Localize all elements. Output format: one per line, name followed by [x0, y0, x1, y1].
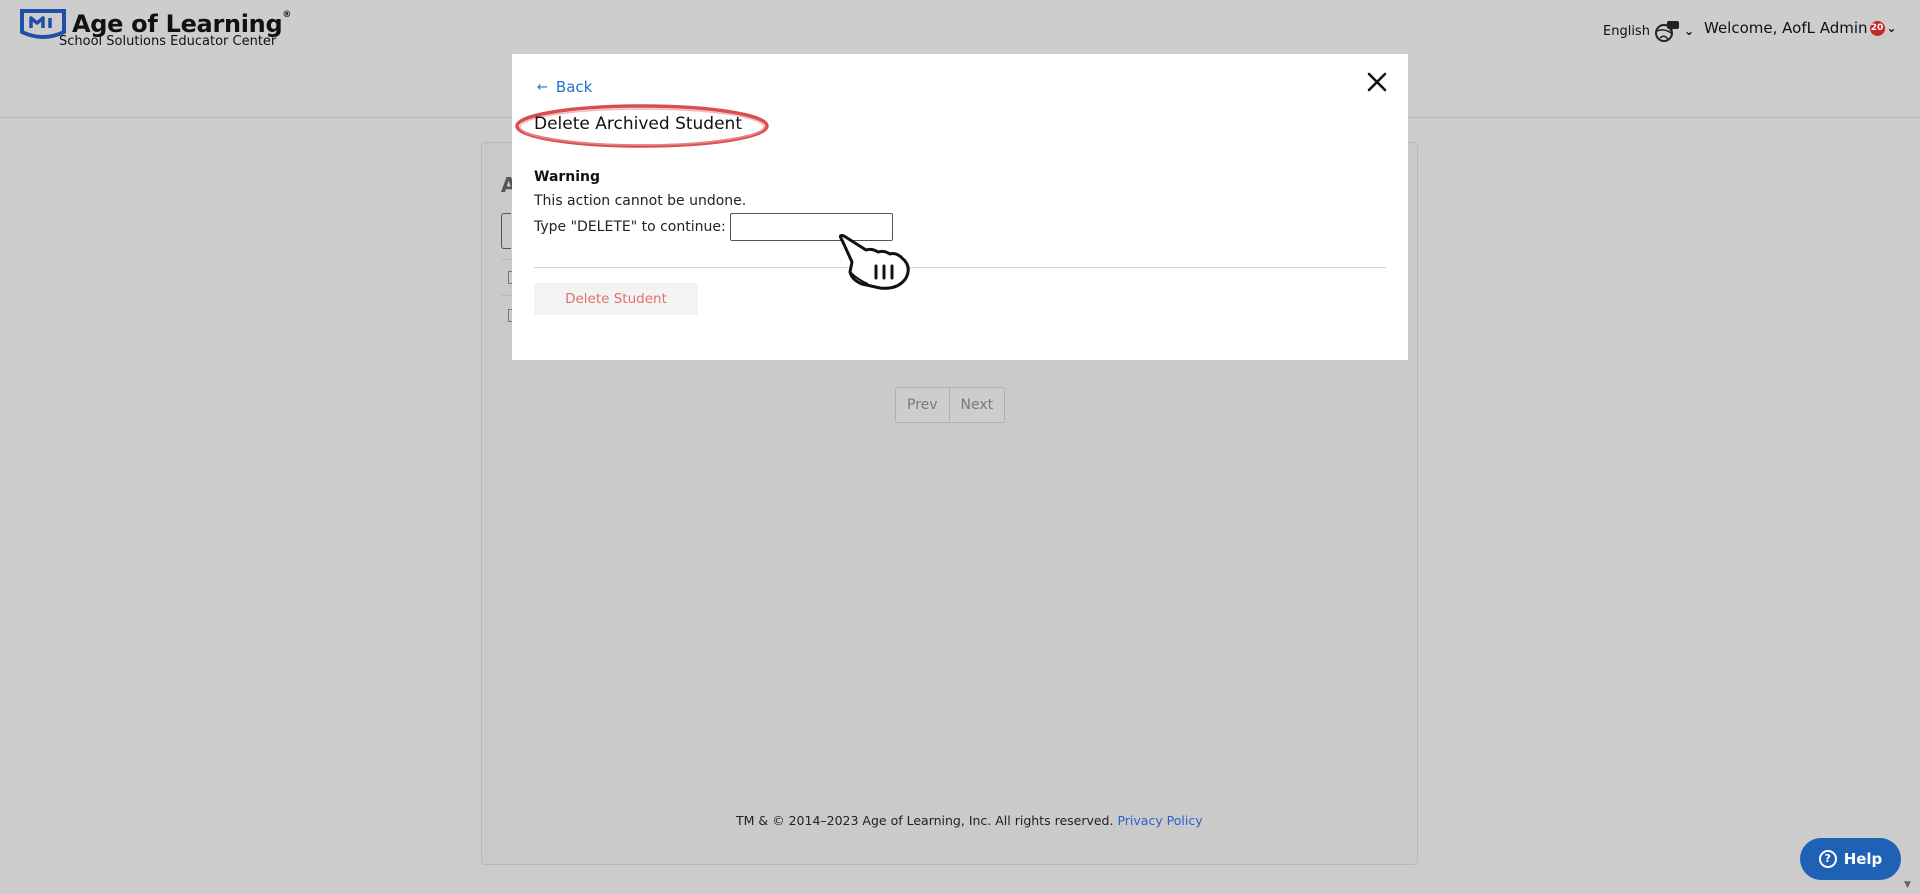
- footer: TM & © 2014–2023 Age of Learning, Inc. A…: [736, 813, 1203, 828]
- top-header: Age of Learning® School Solutions Educat…: [0, 0, 1920, 61]
- language-label: English: [1603, 23, 1650, 39]
- warning-text: This action cannot be undone.: [534, 193, 747, 209]
- prev-page-button[interactable]: Prev: [896, 388, 949, 422]
- chevron-down-icon: ⌄: [1886, 21, 1897, 35]
- arrow-left-icon: ←: [537, 79, 548, 95]
- delete-student-modal: ← Back Delete Archived Student Warning T…: [512, 54, 1408, 360]
- back-link[interactable]: ← Back: [537, 78, 592, 96]
- welcome-text: Welcome, AofL Admin: [1704, 19, 1868, 37]
- modal-title: Delete Archived Student: [534, 114, 742, 134]
- privacy-policy-link[interactable]: Privacy Policy: [1117, 813, 1202, 828]
- brand-subtitle: School Solutions Educator Center: [59, 34, 277, 49]
- scroll-down-arrow[interactable]: ▼: [1904, 880, 1911, 890]
- language-globe-icon: [1654, 21, 1679, 42]
- close-icon[interactable]: [1365, 70, 1389, 94]
- back-label: Back: [555, 78, 593, 96]
- language-selector[interactable]: English ⌄: [1603, 20, 1694, 42]
- pagination: Prev Next: [895, 387, 1006, 423]
- copyright-text: TM & © 2014–2023 Age of Learning, Inc. A…: [736, 813, 1114, 828]
- confirm-label: Type "DELETE" to continue:: [534, 219, 726, 235]
- notification-badge: 20: [1869, 20, 1885, 36]
- help-button[interactable]: ? Help: [1800, 838, 1901, 880]
- warning-heading: Warning: [534, 169, 601, 185]
- help-label: Help: [1843, 850, 1883, 868]
- question-circle-icon: ?: [1818, 850, 1837, 868]
- hand-pointer-icon: [838, 234, 910, 290]
- filter-input[interactable]: [501, 213, 511, 249]
- user-menu[interactable]: Welcome, AofL Admin 20 ⌄: [1704, 19, 1897, 37]
- chevron-down-icon: ⌄: [1683, 24, 1695, 38]
- delete-student-button[interactable]: Delete Student: [534, 283, 698, 315]
- next-page-button[interactable]: Next: [948, 388, 1005, 422]
- modal-divider: [534, 267, 1386, 268]
